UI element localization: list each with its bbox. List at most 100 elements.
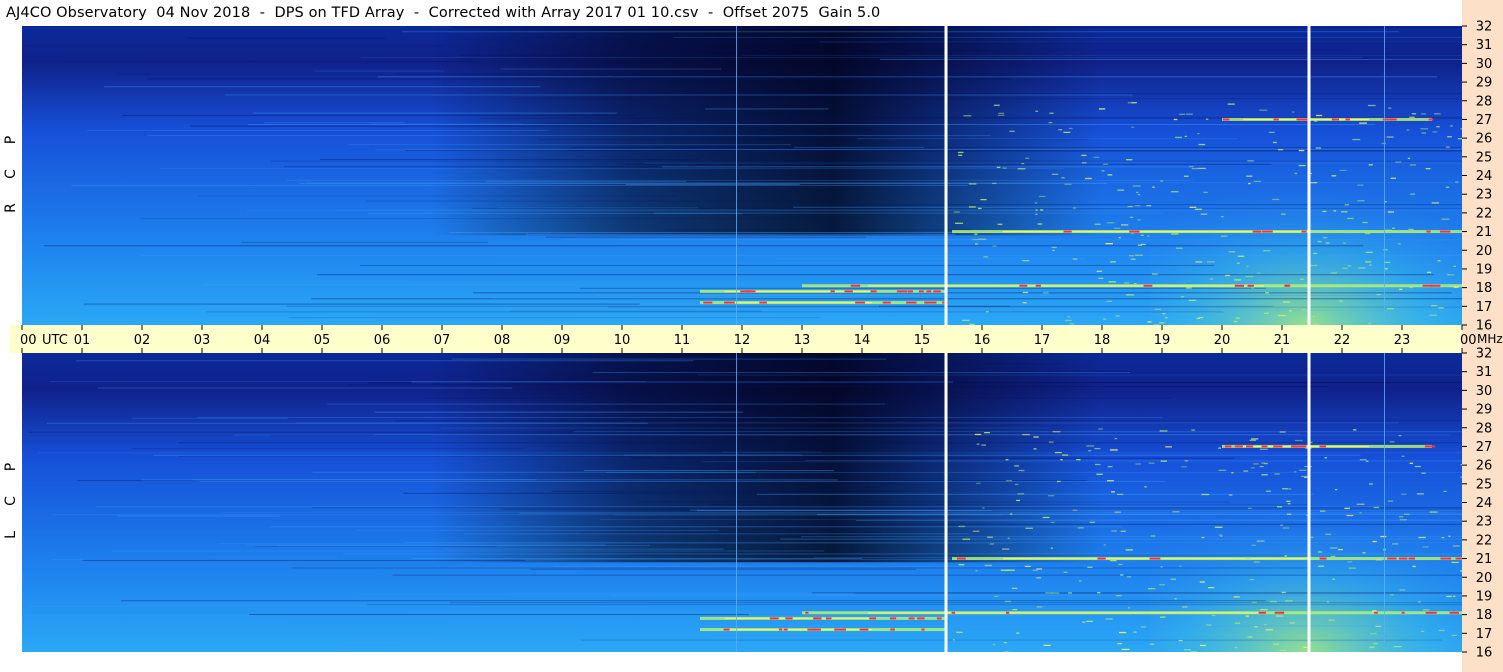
speckle <box>1421 132 1427 134</box>
speckle <box>1323 236 1328 239</box>
lcp-heatmap-svg <box>22 353 1462 652</box>
speckle <box>1317 240 1322 243</box>
speckle <box>992 182 997 185</box>
speckle <box>1106 480 1114 482</box>
lcp-texture-line <box>423 397 1173 399</box>
speckle <box>1021 162 1025 165</box>
speckle <box>1014 465 1020 467</box>
speckle <box>1365 261 1372 263</box>
speckle <box>1286 513 1292 515</box>
burst-speck <box>1408 557 1415 560</box>
speckle <box>1152 186 1155 188</box>
utc-tick-label: 19 <box>1154 333 1171 348</box>
rcp-texture-line <box>140 218 867 220</box>
rcp-texture-line <box>121 114 637 116</box>
speckle <box>1005 458 1009 461</box>
speckle <box>1178 113 1186 115</box>
speckle <box>1365 251 1373 253</box>
speckle <box>1133 282 1137 285</box>
speckle <box>1294 172 1298 175</box>
lcp-texture-line <box>727 523 1462 525</box>
rcp-texture-line <box>671 49 1352 51</box>
utc-tick-label: 06 <box>374 333 391 348</box>
utc-unit-label: UTC <box>42 333 68 348</box>
speckle <box>1387 211 1394 213</box>
speckle <box>1398 435 1402 437</box>
speckle <box>1310 182 1318 184</box>
speckle <box>1236 262 1240 264</box>
speckle <box>1035 110 1039 112</box>
speckle <box>1330 555 1336 558</box>
lcp-texture-line <box>440 427 1050 429</box>
utc-tick-label: 20 <box>1214 333 1231 348</box>
speckle <box>1362 552 1366 554</box>
rcp-texture-line <box>241 241 488 243</box>
speckle <box>1061 177 1065 179</box>
burst-speck <box>1428 118 1434 121</box>
speckle <box>1326 601 1329 603</box>
speckle <box>1407 157 1411 160</box>
speckle <box>981 444 987 446</box>
rcp-texture-line <box>463 309 1462 311</box>
rcp-freq-tick-label: 22 <box>1476 206 1493 221</box>
speckle <box>1178 565 1182 567</box>
speckle <box>1033 448 1037 450</box>
speckle <box>1011 587 1018 589</box>
speckle <box>1117 189 1125 191</box>
speckle <box>1184 649 1192 651</box>
lcp-texture-line <box>451 358 887 360</box>
speckle <box>1450 125 1453 127</box>
lcp-texture-line <box>464 533 969 535</box>
speckle <box>974 433 982 436</box>
speckle <box>1453 545 1460 547</box>
speckle <box>1086 620 1094 623</box>
speckle <box>1170 233 1179 235</box>
burst-speck <box>1063 230 1072 233</box>
burst-speck <box>855 301 865 304</box>
lcp-freq-tick-label: 21 <box>1476 552 1493 567</box>
speckle <box>984 564 992 567</box>
speckle <box>1206 261 1215 263</box>
rcp-texture-line <box>286 179 1194 181</box>
speckle <box>1332 578 1335 580</box>
thin-vertical-marker <box>1384 353 1385 652</box>
lcp-texture-line <box>120 600 1266 602</box>
lcp-texture-line <box>697 374 1462 376</box>
speckle <box>1395 161 1402 163</box>
lcp-freq-tick-label: 16 <box>1476 646 1493 661</box>
speckle <box>1315 114 1323 117</box>
speckle <box>1334 488 1338 491</box>
speckle <box>1017 168 1026 170</box>
speckle <box>1042 292 1049 294</box>
speckle <box>1280 524 1284 526</box>
burst-speck <box>1222 118 1230 121</box>
speckle <box>1072 207 1076 209</box>
burst-speck <box>840 628 847 631</box>
speckle <box>1282 488 1289 490</box>
speckle <box>1195 261 1203 263</box>
rcp-texture-line <box>663 229 973 231</box>
rcp-texture-line <box>525 233 956 235</box>
speckle <box>1343 242 1347 244</box>
speckle <box>1160 566 1163 568</box>
speckle <box>1284 555 1287 557</box>
lcp-texture-line <box>411 381 953 383</box>
speckle <box>1455 181 1459 183</box>
speckle <box>1231 472 1234 474</box>
rcp-texture-line <box>376 320 908 322</box>
speckle <box>957 151 964 154</box>
burst-speck <box>759 301 767 304</box>
speckle <box>1094 223 1101 225</box>
speckle <box>1257 272 1260 274</box>
speckle <box>1225 274 1231 277</box>
speckle <box>1137 193 1141 196</box>
speckle <box>987 536 993 538</box>
speckle <box>1181 466 1187 468</box>
speckle <box>1199 581 1205 583</box>
burst-speck <box>1246 445 1254 448</box>
lcp-texture-line <box>530 568 917 570</box>
rcp-texture-line <box>579 287 1266 289</box>
lcp-freq-tick-label: 29 <box>1476 403 1493 418</box>
speckle <box>1234 279 1242 281</box>
speckle <box>1110 559 1117 562</box>
